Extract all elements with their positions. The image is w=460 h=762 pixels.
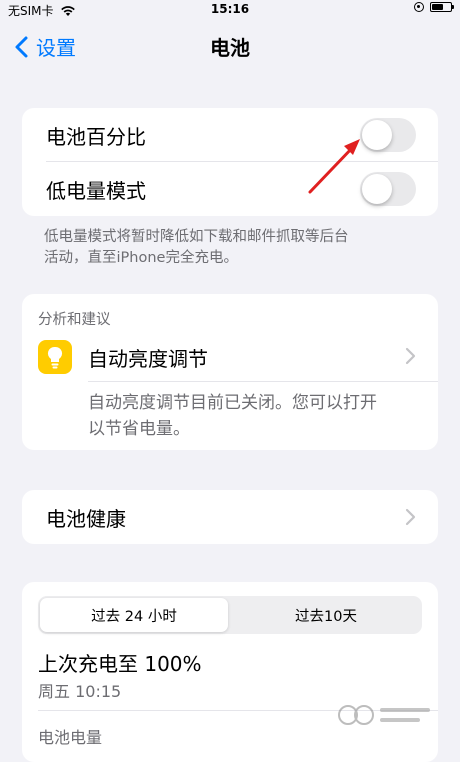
status-bar: 无SIM卡 15:16 — [0, 0, 460, 20]
page-title: 电池 — [210, 36, 250, 60]
segment-last-10-days[interactable]: 过去10天 — [232, 598, 420, 632]
auto-brightness-description: 自动亮度调节目前已关闭。您可以打开 以节省电量。 — [22, 382, 438, 442]
low-power-footnote-line1: 低电量模式将暂时降低如下载和邮件抓取等后台 — [44, 229, 349, 245]
last-charge-time: 周五 10:15 — [38, 682, 122, 701]
low-power-label: 低电量模式 — [46, 178, 146, 203]
battery-health-label: 电池健康 — [46, 506, 126, 531]
watermark-logo — [336, 700, 436, 734]
insights-card: 分析和建议 自动亮度调节 自动亮度调节目前已关闭。您可以打开 以节省电量。 — [22, 294, 438, 450]
last-charge-title: 上次充电至 100% — [38, 652, 202, 676]
toggles-card: 电池百分比 低电量模式 — [22, 108, 438, 216]
status-right — [414, 2, 454, 12]
low-power-footnote-line2: 活动，直至iPhone完全充电。 — [44, 250, 238, 266]
lightbulb-icon — [38, 340, 72, 374]
battery-health-card: 电池健康 — [22, 490, 438, 544]
battery-level-label: 电池电量 — [38, 728, 103, 747]
status-time: 15:16 — [210, 2, 250, 16]
auto-brightness-desc-line2: 以节省电量。 — [88, 419, 190, 439]
time-range-segmented-control: 过去 24 小时 过去10天 — [38, 596, 422, 634]
battery-health-row[interactable]: 电池健康 — [22, 490, 438, 544]
chevron-right-icon — [405, 347, 416, 365]
annotation-arrow-icon — [308, 139, 360, 194]
auto-brightness-desc-line1: 自动亮度调节目前已关闭。您可以打开 — [88, 393, 377, 413]
insights-header: 分析和建议 — [38, 312, 111, 328]
usage-card: 过去 24 小时 过去10天 上次充电至 100% 周五 10:15 电池电量 — [22, 582, 438, 762]
rotation-lock-icon — [414, 2, 424, 12]
battery-percentage-label: 电池百分比 — [46, 124, 146, 149]
segment-last-24-hours[interactable]: 过去 24 小时 — [40, 598, 228, 632]
low-power-row: 低电量模式 — [22, 162, 438, 216]
auto-brightness-label: 自动亮度调节 — [88, 347, 208, 371]
battery-icon — [430, 2, 454, 12]
chevron-right-icon — [405, 508, 416, 526]
auto-brightness-row[interactable]: 自动亮度调节 — [22, 330, 438, 382]
battery-percentage-row: 电池百分比 — [22, 108, 438, 162]
low-power-footnote: 低电量模式将暂时降低如下载和邮件抓取等后台 活动，直至iPhone完全充电。 — [44, 227, 424, 269]
navigation-bar: 设置 电池 — [0, 24, 460, 68]
